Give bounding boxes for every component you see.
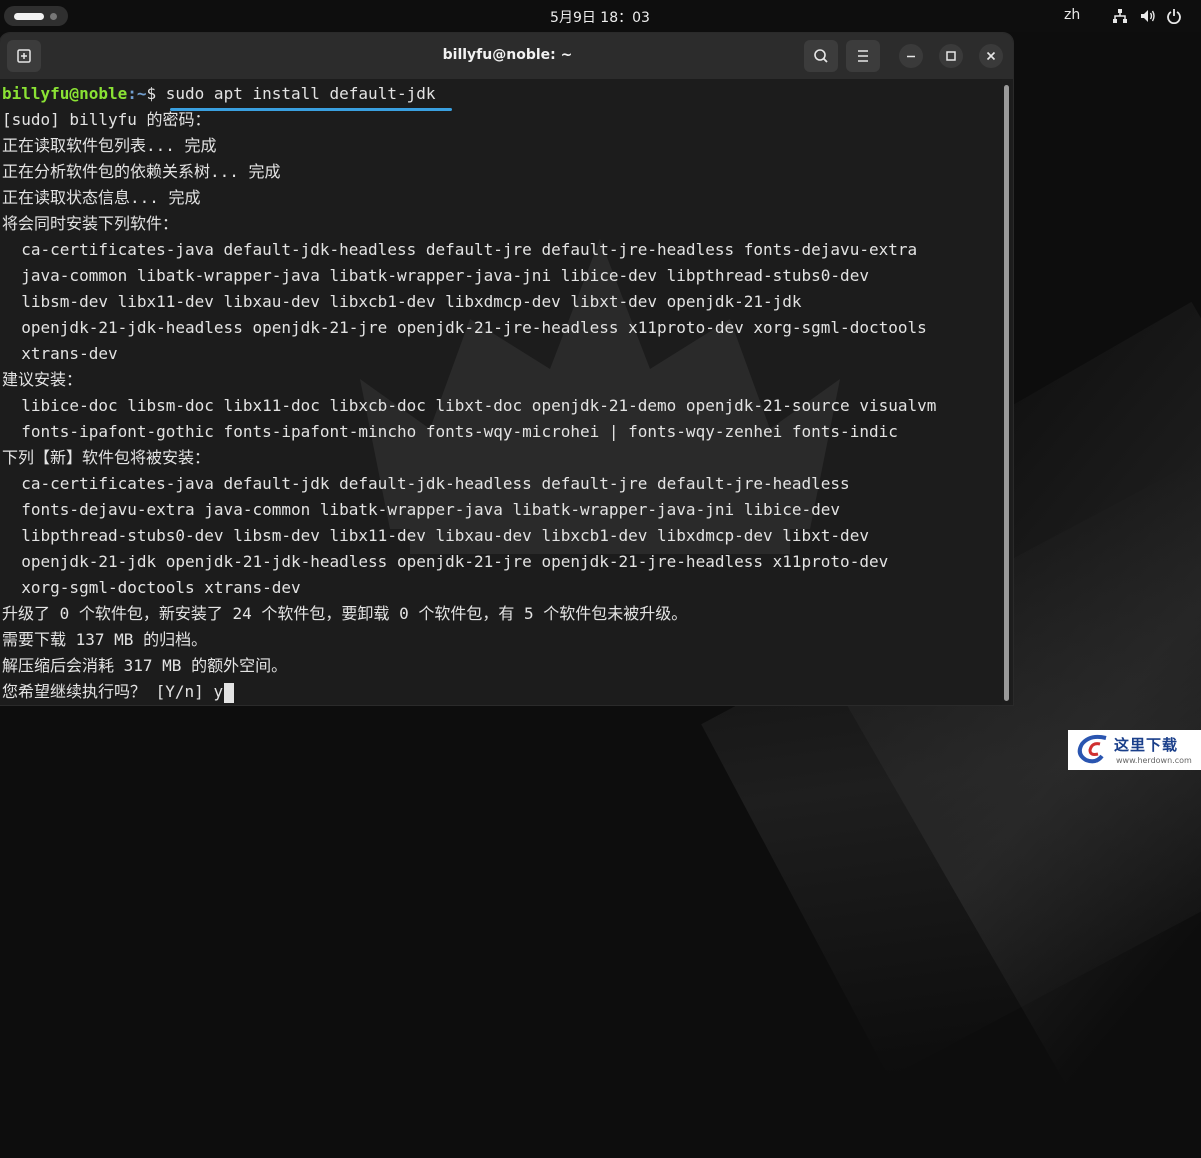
- output-line: 正在分析软件包的依赖关系树... 完成: [2, 162, 281, 181]
- terminal-output: billyfu@noble:~$ sudo apt install defaul…: [2, 81, 936, 705]
- minimize-icon: [907, 55, 915, 58]
- terminal-content[interactable]: billyfu@noble:~$ sudo apt install defaul…: [0, 79, 1002, 705]
- confirm-question: 您希望继续执行吗？ [Y/n]: [2, 682, 214, 701]
- close-button[interactable]: [979, 44, 1003, 68]
- maximize-icon: [946, 51, 956, 61]
- output-line: libsm-dev libx11-dev libxau-dev libxcb1-…: [2, 292, 802, 311]
- output-line: fonts-ipafont-gothic fonts-ipafont-minch…: [2, 422, 898, 441]
- output-line: 建议安装：: [2, 370, 83, 389]
- minimize-button[interactable]: [899, 44, 923, 68]
- activities-button[interactable]: [4, 6, 68, 26]
- command-highlight-underline: [170, 108, 452, 111]
- prompt-symbol: $: [146, 84, 166, 103]
- output-line: xorg-sgml-doctools xtrans-dev: [2, 578, 301, 597]
- confirm-prompt-line: 您希望继续执行吗？ [Y/n] y: [2, 679, 936, 705]
- site-logo-url: www.herdown.com: [1116, 756, 1192, 765]
- search-button[interactable]: [804, 40, 838, 72]
- volume-icon[interactable]: [1140, 8, 1156, 24]
- output-line: libice-doc libsm-doc libx11-doc libxcb-d…: [2, 396, 937, 415]
- input-method-indicator[interactable]: zh: [1064, 7, 1080, 23]
- output-line: java-common libatk-wrapper-java libatk-w…: [2, 266, 869, 285]
- hamburger-menu-icon: [858, 50, 868, 62]
- output-line: 需要下载 137 MB 的归档。: [2, 630, 208, 649]
- headerbar: billyfu@noble: ~: [0, 33, 1013, 79]
- output-line: [sudo] billyfu 的密码：: [2, 110, 211, 129]
- close-icon: [986, 51, 996, 61]
- output-line: ca-certificates-java default-jdk-headles…: [2, 240, 918, 259]
- terminal-window: billyfu@noble: ~ billyfu@noble:~$ sudo a…: [0, 33, 1013, 705]
- output-line: openjdk-21-jdk openjdk-21-jdk-headless o…: [2, 552, 889, 571]
- top-panel: 5月9日 18：03 zh: [0, 0, 1201, 32]
- output-line: openjdk-21-jdk-headless openjdk-21-jre o…: [2, 318, 927, 337]
- clock[interactable]: 5月9日 18：03: [540, 7, 660, 27]
- workspace-indicator: [50, 13, 57, 20]
- output-line: 正在读取软件包列表... 完成: [2, 136, 217, 155]
- output-line: xtrans-dev: [2, 344, 118, 363]
- output-line: 将会同时安装下列软件：: [2, 214, 179, 233]
- new-tab-button[interactable]: [7, 40, 41, 72]
- output-line: 正在读取状态信息... 完成: [2, 188, 201, 207]
- command-line: billyfu@noble:~$ sudo apt install defaul…: [2, 81, 936, 107]
- confirm-answer: y: [213, 682, 224, 701]
- search-icon: [814, 49, 828, 63]
- power-icon[interactable]: [1166, 8, 1182, 24]
- window-title: billyfu@noble: ~: [442, 47, 573, 63]
- swirl-logo-icon: [1077, 734, 1107, 764]
- output-line: 下列【新】软件包将被安装：: [2, 448, 211, 467]
- output-line: libpthread-stubs0-dev libsm-dev libx11-d…: [2, 526, 869, 545]
- maximize-button[interactable]: [939, 44, 963, 68]
- output-line: 升级了 0 个软件包，新安装了 24 个软件包，要卸载 0 个软件包，有 5 个…: [2, 604, 688, 623]
- text-cursor: [224, 682, 235, 703]
- workspace-indicator-active: [14, 13, 44, 20]
- prompt-path: :~: [127, 84, 147, 103]
- site-logo-text: 这里下载: [1114, 736, 1179, 754]
- output-line: fonts-dejavu-extra java-common libatk-wr…: [2, 500, 841, 519]
- output-line: ca-certificates-java default-jdk default…: [2, 474, 850, 493]
- prompt-user: billyfu@noble: [2, 84, 128, 103]
- site-watermark-logo: 这里下载 www.herdown.com: [1068, 730, 1201, 770]
- menu-button[interactable]: [846, 40, 880, 72]
- new-tab-icon: [17, 49, 31, 63]
- command-text: sudo apt install default-jdk: [165, 84, 436, 103]
- output-line: 解压缩后会消耗 317 MB 的额外空间。: [2, 656, 288, 675]
- scrollbar-thumb[interactable]: [1004, 85, 1009, 701]
- network-wired-icon[interactable]: [1112, 8, 1128, 24]
- terminal-scrollbar[interactable]: [1003, 81, 1011, 703]
